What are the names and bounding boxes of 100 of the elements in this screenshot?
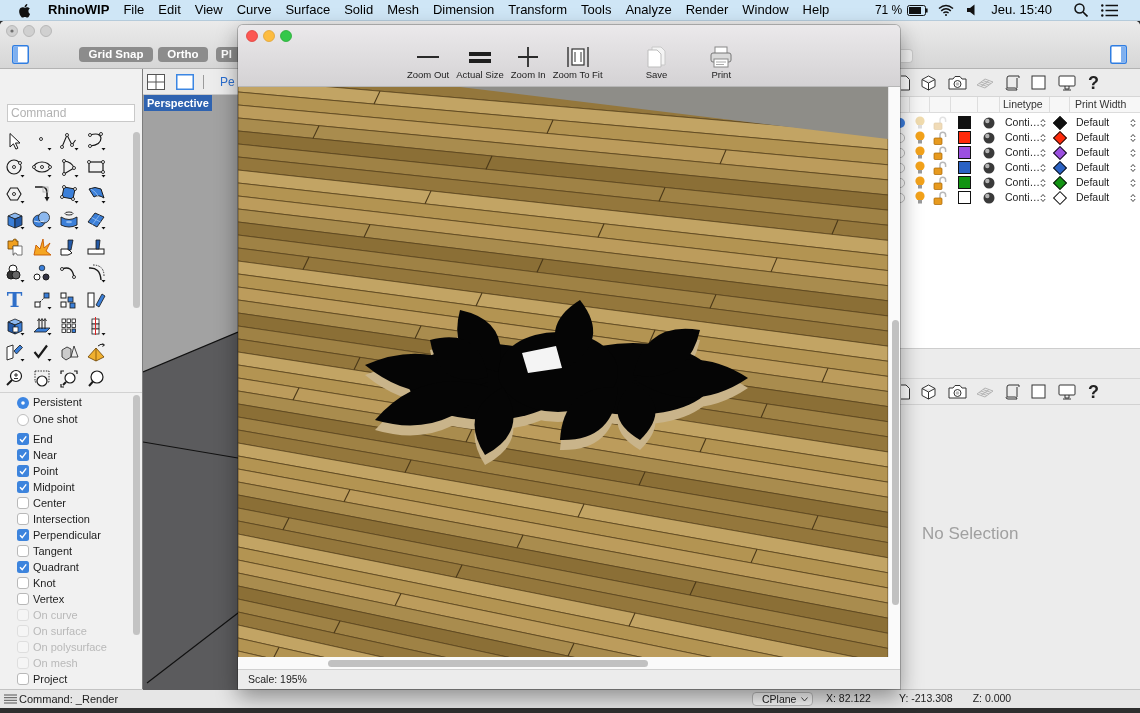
document-icon[interactable] (901, 383, 910, 400)
magnifier-icon[interactable] (85, 368, 106, 389)
grid-array-icon[interactable] (58, 315, 79, 336)
linetype-value[interactable]: Conti… (1005, 160, 1040, 176)
material-sphere-icon[interactable] (983, 116, 995, 129)
checkbox[interactable] (17, 593, 29, 605)
checkmark-icon[interactable] (31, 342, 52, 363)
light-bulb-icon[interactable] (914, 160, 926, 175)
render-tool-button[interactable]: Zoom To Fit (552, 45, 603, 81)
cylinder-icon[interactable] (58, 210, 79, 231)
single-viewport-icon[interactable] (176, 73, 194, 90)
document-icon[interactable] (901, 74, 910, 91)
stepper-icon[interactable] (1040, 192, 1046, 203)
render-tool-button[interactable]: Save (645, 45, 668, 81)
vertical-scrollbar[interactable] (888, 87, 900, 657)
radio-button[interactable] (900, 131, 905, 144)
puzzle-icon[interactable] (4, 236, 25, 257)
trim-icon[interactable] (85, 236, 106, 257)
layer-color-swatch[interactable] (958, 146, 971, 160)
material-sphere-icon[interactable] (983, 176, 995, 189)
scrollbar-thumb[interactable] (133, 132, 140, 308)
print-width-value[interactable]: Default (1076, 145, 1110, 161)
material-sphere-icon[interactable] (983, 191, 995, 204)
panels-icon[interactable] (4, 342, 25, 363)
stepper-icon[interactable] (1130, 132, 1136, 143)
scroll-icon[interactable] (1005, 74, 1020, 91)
stepper-icon[interactable] (1130, 147, 1136, 158)
light-bulb-icon[interactable] (914, 175, 926, 190)
stepper-icon[interactable] (1130, 192, 1136, 203)
box-icon[interactable] (4, 210, 25, 231)
render-tool-button[interactable]: Zoom In (510, 45, 546, 81)
linetype-value[interactable]: Conti… (1005, 115, 1040, 131)
menu-item[interactable]: Surface (278, 0, 338, 20)
print-width-value[interactable]: Default (1076, 190, 1110, 206)
print-width-value[interactable]: Default (1076, 160, 1110, 176)
checkbox[interactable] (17, 545, 29, 557)
scroll-icon[interactable] (1005, 383, 1020, 400)
layer-color-swatch[interactable] (958, 176, 971, 190)
mirror-icon[interactable] (85, 289, 106, 310)
linetype-value[interactable]: Conti… (1005, 175, 1040, 191)
wifi-icon[interactable] (938, 4, 955, 16)
menu-item[interactable]: Window (735, 0, 796, 20)
array-icon[interactable] (58, 289, 79, 310)
linetype-value[interactable]: Conti… (1005, 190, 1040, 206)
menu-item[interactable]: Mesh (380, 0, 426, 20)
mesh-surface-icon[interactable] (85, 210, 106, 231)
menu-icon[interactable] (4, 694, 17, 704)
circle-icon[interactable] (4, 157, 25, 178)
menu-item[interactable]: Curve (229, 0, 279, 20)
checkbox[interactable] (17, 433, 29, 445)
cube-icon[interactable] (921, 74, 936, 91)
padlock-icon[interactable] (933, 160, 947, 175)
monitor-icon[interactable] (1058, 383, 1076, 400)
rectangle-icon[interactable] (85, 157, 106, 178)
material-sphere-icon[interactable] (983, 131, 995, 144)
checkbox[interactable] (17, 449, 29, 461)
close-button[interactable] (246, 29, 258, 42)
menu-clock[interactable]: Jeu. 15:40 (991, 0, 1052, 20)
light-bulb-icon[interactable] (914, 190, 926, 205)
padlock-icon[interactable] (933, 130, 947, 145)
light-bulb-icon[interactable] (914, 145, 926, 160)
surface-icon[interactable] (58, 183, 79, 204)
menu-item[interactable]: Tools (574, 0, 619, 20)
column-header[interactable]: Print Width (1075, 97, 1127, 113)
print-width-value[interactable]: Default (1076, 130, 1110, 146)
radio-button[interactable] (900, 116, 905, 129)
stepper-icon[interactable] (1040, 147, 1046, 158)
spheres-icon[interactable] (31, 210, 52, 231)
menu-item[interactable]: Render (678, 0, 736, 20)
checkbox[interactable] (17, 465, 29, 477)
radio-button[interactable] (900, 176, 905, 189)
light-bulb-icon[interactable] (914, 130, 926, 145)
command-field[interactable]: Command (7, 104, 135, 122)
square-icon[interactable] (1031, 384, 1046, 399)
checkbox[interactable] (17, 481, 29, 493)
radio-button[interactable] (17, 396, 29, 409)
circles-icon[interactable] (4, 263, 25, 284)
camera-icon[interactable] (948, 384, 967, 399)
help-button[interactable]: ? (1088, 382, 1099, 401)
polyline-icon[interactable] (58, 131, 79, 152)
material-sphere-icon[interactable] (983, 146, 995, 159)
stepper-icon[interactable] (1040, 132, 1046, 143)
battery-icon[interactable] (907, 4, 929, 16)
cube-icon[interactable] (921, 383, 936, 400)
explosion-icon[interactable] (31, 236, 52, 257)
radio-button[interactable] (900, 146, 905, 159)
scrollbar-thumb[interactable] (133, 395, 140, 635)
layer-color-swatch[interactable] (958, 131, 971, 145)
stepper-icon[interactable] (1040, 162, 1046, 173)
sidebar-toggle-icon[interactable] (1110, 45, 1127, 64)
checkbox[interactable] (17, 561, 29, 573)
cplane-dropdown[interactable]: CPlane (752, 692, 813, 706)
checkbox[interactable] (17, 513, 29, 525)
horizontal-scrollbar[interactable] (238, 657, 900, 669)
square-icon[interactable] (1031, 75, 1046, 90)
text-tool-button[interactable]: T (6, 289, 23, 311)
menu-item[interactable]: Transform (501, 0, 575, 20)
radio-button[interactable] (17, 413, 29, 426)
material-sphere-icon[interactable] (983, 161, 995, 174)
input-field[interactable] (901, 48, 913, 63)
